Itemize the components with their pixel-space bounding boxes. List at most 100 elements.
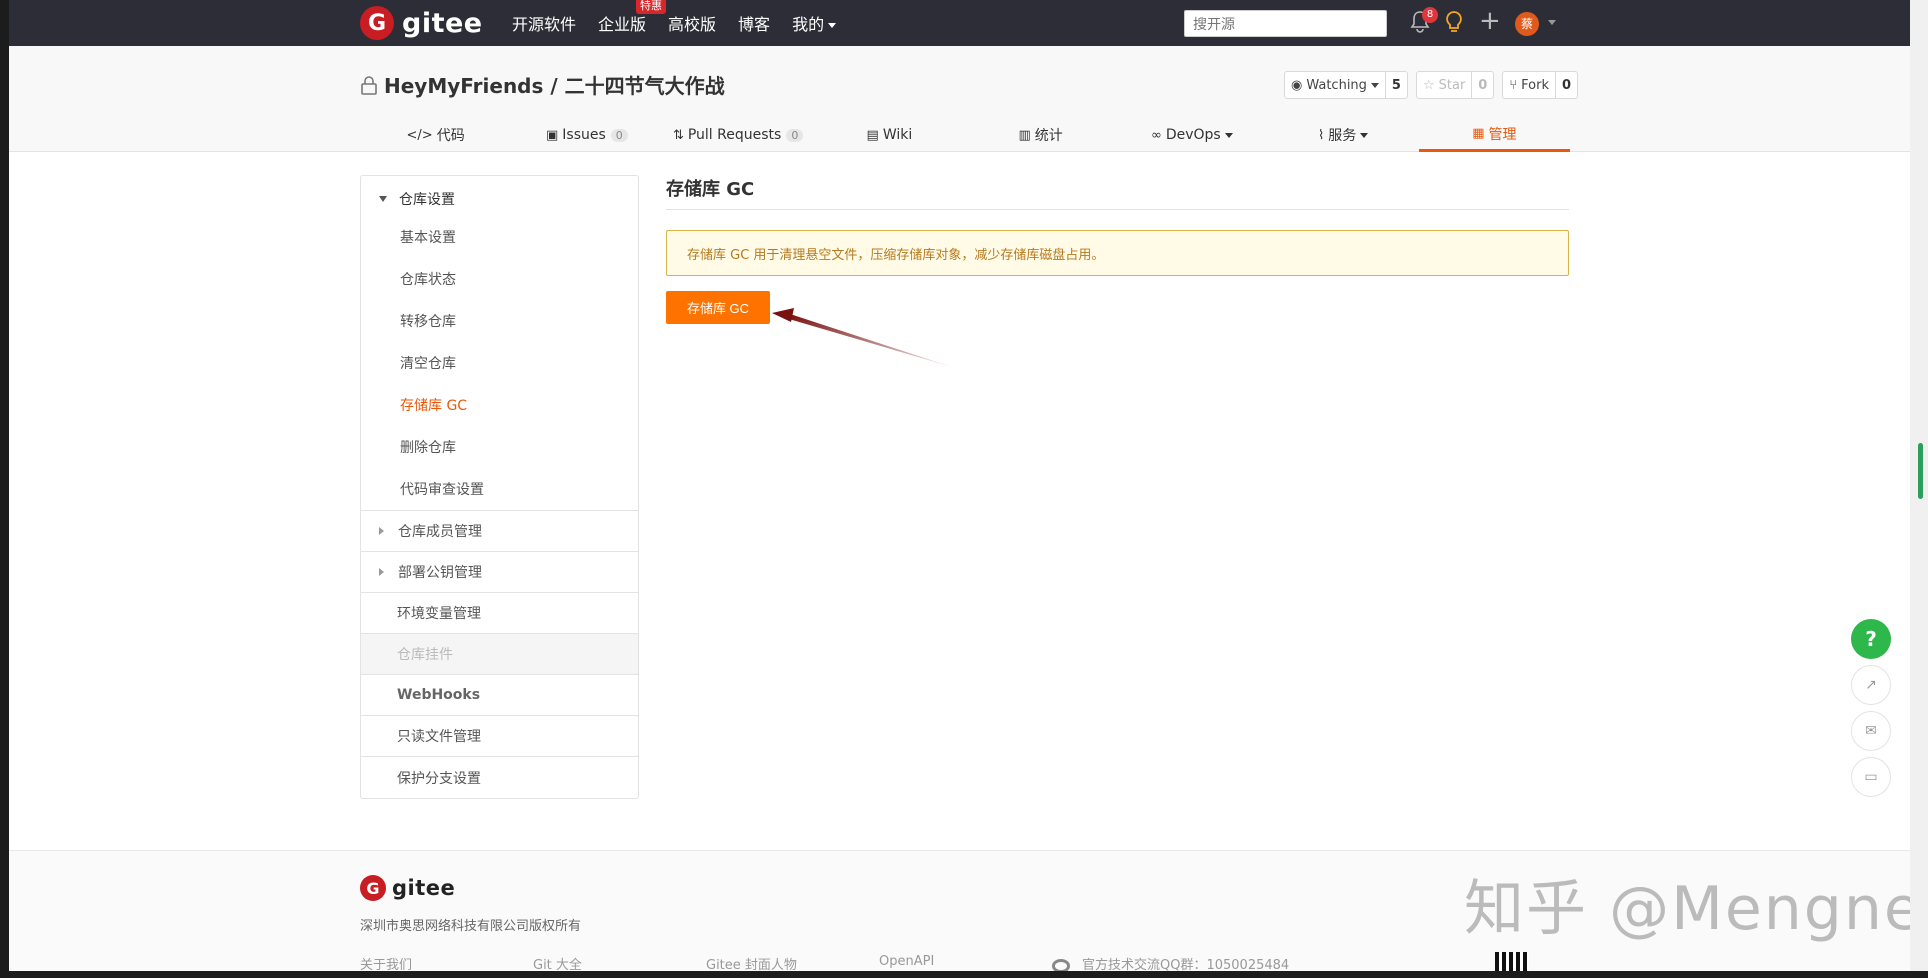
tab-devops[interactable]: ∞ DevOps	[1116, 118, 1267, 152]
qq-icon	[1052, 958, 1070, 971]
sidebar-item-member-mgmt-label: 仓库成员管理	[398, 524, 482, 540]
footer-link-cover[interactable]: Gitee 封面人物	[706, 954, 879, 971]
main-content: 存储库 GC 存储库 GC 用于清理悬空文件，压缩存储库对象，减少存储库磁盘占用…	[666, 175, 1569, 324]
chevron-down-icon	[1360, 132, 1369, 138]
stats-icon: ▥	[1018, 127, 1031, 143]
lightbulb-icon[interactable]	[1445, 10, 1463, 34]
tab-wiki[interactable]: ▤ Wiki	[814, 118, 965, 152]
sidebar-item-webhooks[interactable]: WebHooks	[361, 675, 638, 716]
mail-icon[interactable]: ✉	[1851, 711, 1891, 751]
sidebar-group-repo-settings: 仓库设置 基本设置 仓库状态 转移仓库 清空仓库 存储库 GC 删除仓库 代码审…	[361, 176, 638, 511]
watermark: 知乎 @Mengner	[1464, 874, 1911, 944]
watch-button-group: ◉ Watching 5	[1284, 71, 1408, 99]
tab-manage[interactable]: ▦ 管理	[1418, 118, 1570, 152]
gitee-logo[interactable]: G gitee	[360, 6, 483, 40]
sidebar-item-branch-protect[interactable]: 保护分支设置	[361, 757, 638, 798]
gc-button[interactable]: 存储库 GC	[666, 291, 770, 324]
scrollbar[interactable]	[1910, 0, 1928, 978]
sidebar-item-env-vars[interactable]: 环境变量管理	[361, 593, 638, 634]
sidebar-group-header[interactable]: 仓库设置	[361, 182, 638, 216]
tab-issues[interactable]: ▣ Issues 0	[511, 118, 662, 152]
repo-header: HeyMyFriends / 二十四节气大作战 ◉ Watching 5 ☆ Sta…	[9, 46, 1911, 152]
sidebar-item-readonly[interactable]: 只读文件管理	[361, 716, 638, 757]
caret-right-icon	[379, 527, 384, 535]
nav-link-mine[interactable]: 我的	[792, 11, 837, 35]
nav-link-enterprise[interactable]: 企业版 特惠	[598, 0, 667, 35]
code-icon: </>	[406, 127, 433, 143]
nav-link-open-source[interactable]: 开源软件	[512, 11, 576, 35]
tab-stats[interactable]: ▥ 统计	[965, 118, 1116, 152]
footer-link-git[interactable]: Git 大全	[533, 954, 706, 971]
gitee-logo-icon: G	[360, 6, 394, 40]
taskbar-edge	[0, 971, 1928, 978]
sidebar-item-gc[interactable]: 存储库 GC	[361, 384, 638, 426]
service-icon: ⌇	[1317, 127, 1325, 143]
chevron-down-icon	[1370, 82, 1379, 88]
star-label: Star	[1438, 77, 1466, 93]
watch-count[interactable]: 5	[1386, 72, 1407, 98]
tab-issues-count: 0	[610, 128, 628, 142]
nav-link-university[interactable]: 高校版	[668, 11, 716, 35]
avatar[interactable]: 蔡	[1515, 12, 1539, 36]
star-count[interactable]: 0	[1472, 72, 1493, 98]
tab-pull-requests-label: Pull Requests	[687, 127, 782, 143]
nav-link-blog[interactable]: 博客	[738, 11, 770, 35]
plus-icon[interactable]: +	[1479, 6, 1501, 36]
tab-pull-requests-count: 0	[786, 128, 804, 142]
settings-sidebar: 仓库设置 基本设置 仓库状态 转移仓库 清空仓库 存储库 GC 删除仓库 代码审…	[360, 175, 639, 799]
watch-button[interactable]: ◉ Watching	[1285, 72, 1386, 98]
footer-logo[interactable]: G gitee	[360, 875, 455, 901]
sidebar-item-status[interactable]: 仓库状态	[361, 258, 638, 300]
tab-devops-label: DevOps	[1165, 127, 1221, 143]
caret-down-icon	[379, 196, 387, 202]
sidebar-item-delete[interactable]: 删除仓库	[361, 426, 638, 468]
sidebar-item-clear[interactable]: 清空仓库	[361, 342, 638, 384]
scrollbar-thumb[interactable]	[1918, 443, 1923, 499]
star-icon: ☆	[1422, 77, 1435, 93]
fork-icon: ⑂	[1509, 77, 1518, 93]
top-navbar: G gitee 开源软件 企业版特惠 高校版 博客 我的 8 + 蔡	[9, 0, 1911, 46]
sidebar-item-deploy-key[interactable]: 部署公钥管理	[361, 552, 638, 593]
sidebar-item-transfer[interactable]: 转移仓库	[361, 300, 638, 342]
footer-qq-text: 官方技术交流QQ群：1050025484	[1082, 958, 1290, 971]
sidebar-item-member-mgmt[interactable]: 仓库成员管理	[361, 511, 638, 552]
pull-request-icon: ⇅	[672, 127, 684, 143]
watch-label: Watching	[1306, 77, 1367, 93]
notification-count-badge: 8	[1422, 7, 1438, 23]
star-button-group: ☆ Star 0	[1415, 71, 1495, 99]
tab-wiki-label: Wiki	[882, 127, 913, 143]
share-icon[interactable]: ↗	[1851, 665, 1891, 705]
chevron-down-icon[interactable]	[1548, 20, 1556, 25]
star-button[interactable]: ☆ Star	[1417, 72, 1473, 98]
caret-right-icon	[379, 568, 384, 576]
repo-title: HeyMyFriends / 二十四节气大作战	[360, 70, 725, 99]
tab-stats-label: 统计	[1034, 128, 1063, 144]
sidebar-item-code-review[interactable]: 代码审查设置	[361, 468, 638, 510]
tab-code[interactable]: </> 代码	[360, 118, 511, 152]
footer-link-about[interactable]: 关于我们	[360, 954, 533, 971]
nav-link-mine-label: 我的	[792, 15, 825, 34]
repo-actions: ◉ Watching 5 ☆ Star 0 ⑂ Fork 0	[1276, 71, 1579, 99]
footer-copyright: 深圳市奥思网络科技有限公司版权所有	[360, 919, 582, 934]
repo-title-text[interactable]: HeyMyFriends / 二十四节气大作战	[384, 70, 725, 99]
footer-link-openapi[interactable]: OpenAPI	[879, 954, 1052, 971]
comment-icon[interactable]: ▭	[1851, 757, 1891, 797]
qr-code-icon	[1495, 952, 1529, 971]
gitee-logo-icon: G	[360, 875, 386, 901]
fork-button[interactable]: ⑂ Fork	[1503, 72, 1556, 98]
help-button[interactable]: ?	[1851, 619, 1891, 659]
footer-links: 关于我们 Git 大全 Gitee 封面人物 OpenAPI 官方技术交流QQ群…	[360, 954, 1289, 971]
tab-service[interactable]: ⌇ 服务	[1268, 118, 1419, 152]
sidebar-item-basic[interactable]: 基本设置	[361, 216, 638, 258]
nav-link-enterprise-label: 企业版	[598, 15, 647, 34]
search-input[interactable]	[1184, 10, 1387, 37]
fork-count[interactable]: 0	[1556, 72, 1577, 98]
tab-pull-requests[interactable]: ⇅ Pull Requests 0	[663, 118, 814, 152]
devops-icon: ∞	[1151, 127, 1162, 143]
footer-logo-text: gitee	[392, 876, 456, 900]
issues-icon: ▣	[545, 127, 559, 143]
notice-box: 存储库 GC 用于清理悬空文件，压缩存储库对象，减少存储库磁盘占用。	[666, 230, 1569, 276]
gitee-logo-text: gitee	[402, 7, 483, 39]
wiki-icon: ▤	[866, 127, 879, 143]
sidebar-item-deploy-key-label: 部署公钥管理	[398, 565, 482, 581]
